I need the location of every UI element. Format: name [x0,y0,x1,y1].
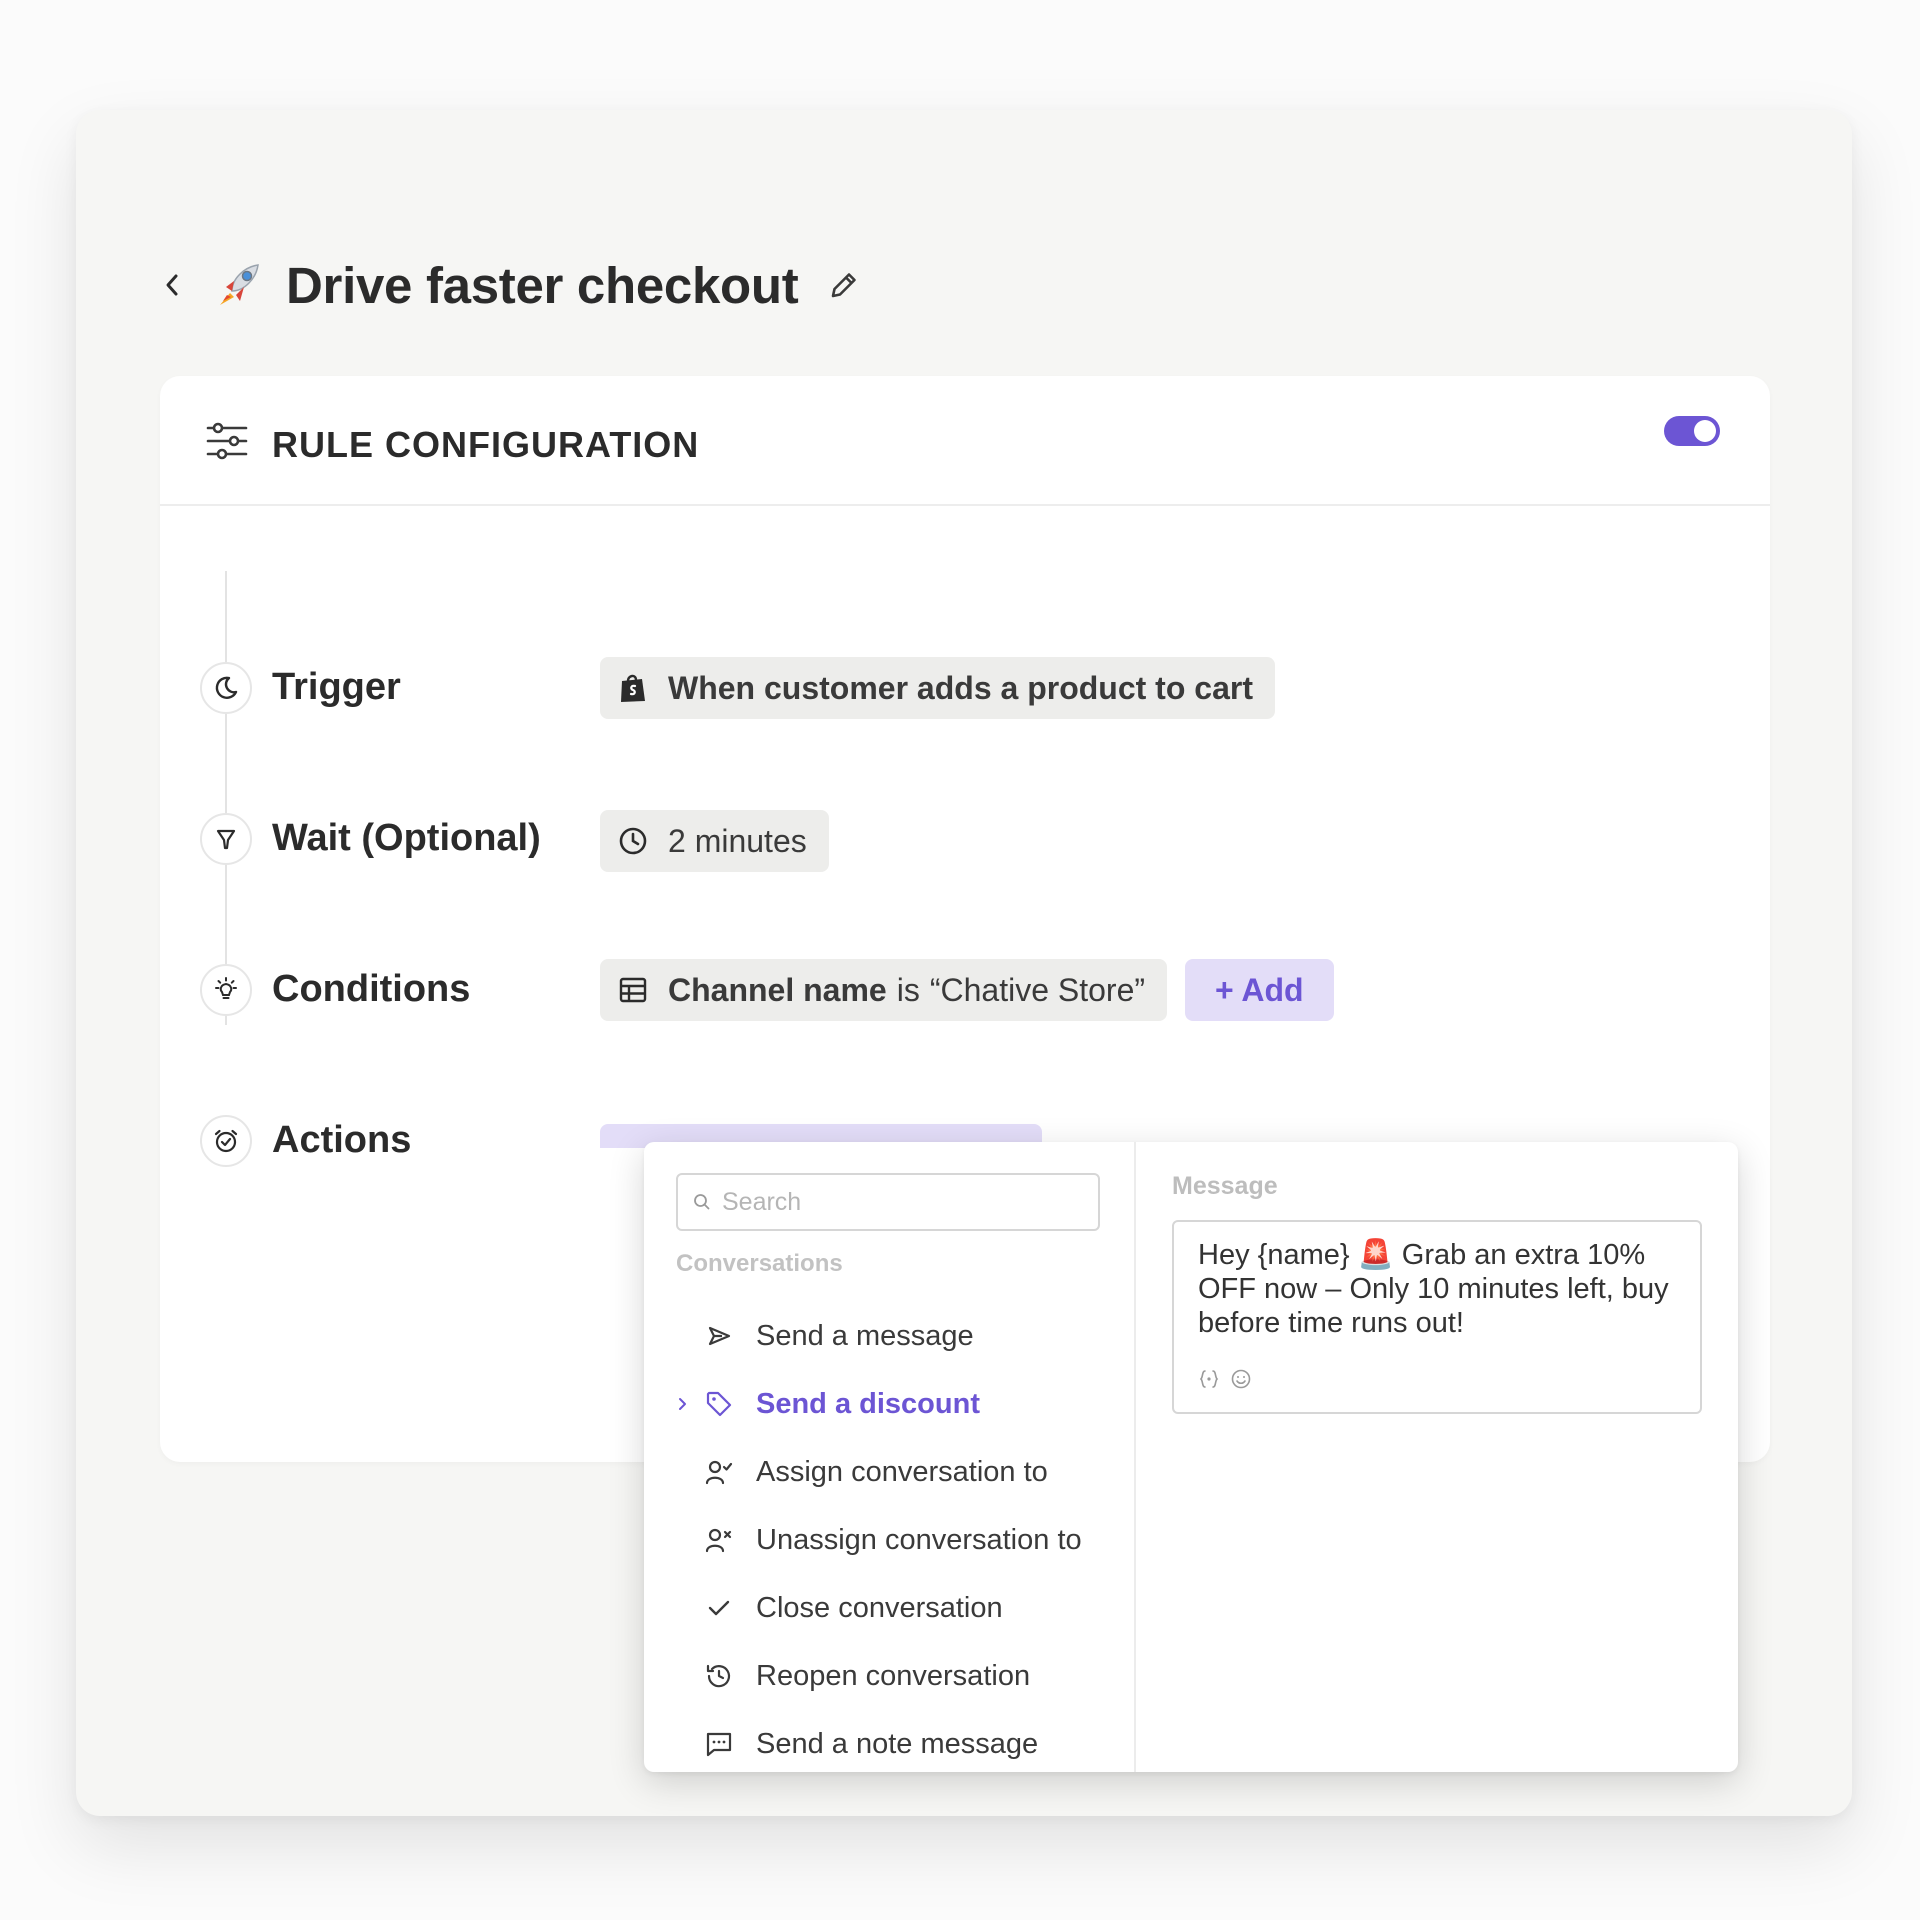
variable-braces-icon[interactable] [1198,1368,1220,1390]
trigger-value: When customer adds a product to cart [668,669,1253,706]
funnel-icon [216,829,236,850]
clock-icon [618,826,648,856]
search-icon [694,1194,710,1210]
menu-item-label: Close conversation [756,1591,1003,1624]
actions-label: Actions [272,1119,412,1161]
menu-item-label: Assign conversation to [756,1455,1048,1488]
trigger-chip[interactable]: When customer adds a product to cart [600,657,1275,719]
menu-item-send-note[interactable]: Send a note message [644,1710,1134,1778]
table-icon [618,975,648,1005]
message-square-icon [704,1729,734,1759]
card-header: RULE CONFIGURATION [160,376,1770,506]
menu-item-label: Unassign conversation to [756,1523,1082,1556]
message-textarea[interactable]: Hey {name} 🚨 Grab an extra 10% OFF now –… [1172,1220,1702,1414]
conditions-label: Conditions [272,968,471,1010]
menu-item-unassign-conversation[interactable]: Unassign conversation to [644,1506,1134,1574]
history-icon [704,1661,734,1691]
condition-value: “Chative Store” [929,971,1146,1008]
rocket-icon [220,264,259,305]
action-menu: Send a message Send a discount Assign co… [644,1302,1134,1778]
page-title: Drive faster checkout [286,256,799,314]
rule-enabled-toggle[interactable] [1664,416,1720,446]
tag-icon [704,1389,734,1419]
emoji-smile-icon[interactable] [1230,1368,1252,1390]
chevron-right-icon [674,1396,690,1412]
menu-item-send-message[interactable]: Send a message [644,1302,1134,1370]
conditions-step-icon [200,964,252,1016]
message-label: Message [1172,1172,1278,1200]
wait-label: Wait (Optional) [272,817,541,859]
alarm-clock-icon [214,1129,238,1153]
menu-item-close-conversation[interactable]: Close conversation [644,1574,1134,1642]
condition-operator: is [896,971,920,1008]
chevron-left-icon [166,274,178,296]
pencil-icon [832,273,857,298]
condition-field: Channel name [668,971,887,1008]
message-text: Hey {name} 🚨 Grab an extra 10% OFF now –… [1198,1239,1669,1339]
add-condition-button[interactable]: + Add [1185,959,1334,1021]
message-toolbar [1198,1368,1252,1390]
condition-chip[interactable]: Channel name is “Chative Store” [600,959,1168,1021]
send-icon [704,1321,734,1351]
trigger-label: Trigger [272,666,401,708]
menu-item-label: Send a note message [756,1727,1039,1760]
menu-item-label: Send a message [756,1319,974,1352]
lightbulb-icon [215,977,237,999]
check-icon [704,1593,734,1623]
app-window: Drive faster checkout RULE CONFIGURATION… [76,110,1852,1816]
moon-icon [215,676,238,699]
trigger-step-icon [200,662,252,714]
user-check-icon [704,1457,734,1487]
back-button[interactable] [154,267,190,303]
section-title: RULE CONFIGURATION [272,424,700,465]
user-x-icon [704,1525,734,1555]
search-field[interactable] [676,1173,1100,1231]
conversations-section-label: Conversations [676,1250,843,1277]
action-picker-popover: Conversations Send a message Send a disc… [644,1142,1738,1772]
timeline-connector [225,571,227,1025]
menu-item-assign-conversation[interactable]: Assign conversation to [644,1438,1134,1506]
menu-item-send-discount[interactable]: Send a discount [644,1370,1134,1438]
sliders-icon [206,422,248,460]
message-panel: Message Hey {name} 🚨 Grab an extra 10% O… [1136,1142,1738,1772]
page-header: Drive faster checkout [154,240,864,330]
wait-chip[interactable]: 2 minutes [600,810,829,872]
menu-item-label: Reopen conversation [756,1659,1031,1692]
shopify-bag-icon [618,672,648,704]
search-input[interactable] [720,1186,1084,1218]
wait-step-icon [200,813,252,865]
action-list-panel: Conversations Send a message Send a disc… [644,1142,1136,1772]
actions-step-icon [200,1115,252,1167]
menu-item-reopen-conversation[interactable]: Reopen conversation [644,1642,1134,1710]
edit-title-button[interactable] [824,265,864,305]
menu-item-label: Send a discount [756,1387,980,1420]
wait-value: 2 minutes [668,822,807,859]
